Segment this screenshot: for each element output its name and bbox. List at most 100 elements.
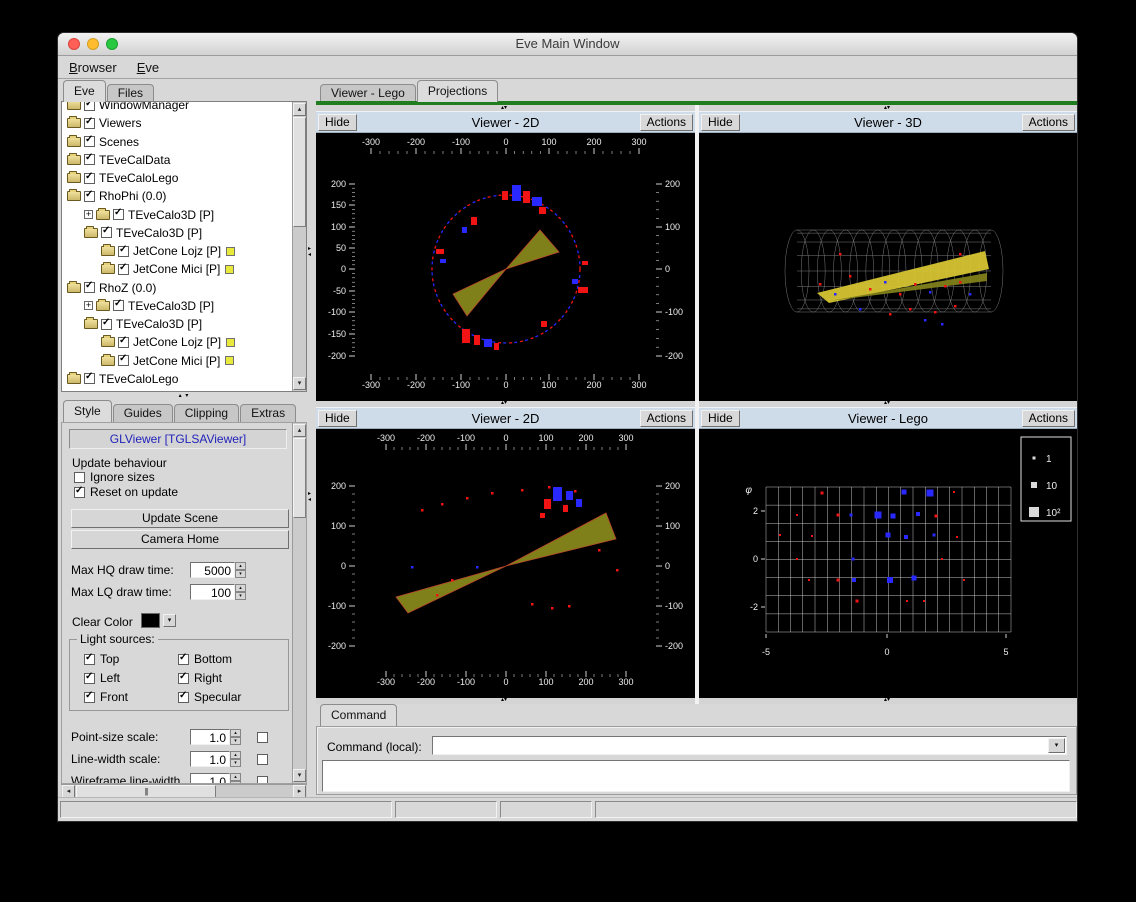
tree-item-tevecalo3d-p[interactable]: +✓TEveCalo3D [P] bbox=[84, 206, 214, 224]
spin-up-icon[interactable]: ▴ bbox=[230, 751, 241, 759]
left-tab-eve[interactable]: Eve bbox=[63, 80, 106, 102]
tree-item-jetcone-lojz-p[interactable]: ✓JetCone Lojz [P] bbox=[101, 333, 235, 351]
checkbox[interactable]: ✓ bbox=[178, 654, 189, 665]
checkbox-left[interactable]: ✓Left bbox=[84, 671, 120, 685]
tree-item-windowmanager[interactable]: ✓WindowManager bbox=[67, 102, 189, 114]
hide-button[interactable]: Hide bbox=[318, 410, 357, 427]
tree-checkbox[interactable]: ✓ bbox=[118, 246, 129, 257]
zoom-button[interactable] bbox=[106, 38, 118, 50]
scroll-down-button[interactable]: ▾ bbox=[293, 769, 306, 782]
tree-checkbox[interactable]: ✓ bbox=[84, 282, 95, 293]
checkbox[interactable]: ✓ bbox=[84, 673, 95, 684]
spin-up-icon[interactable]: ▴ bbox=[230, 729, 241, 737]
main-tab-projections[interactable]: Projections bbox=[417, 80, 498, 102]
tree-checkbox[interactable]: ✓ bbox=[101, 319, 112, 330]
actions-button[interactable]: Actions bbox=[1022, 410, 1075, 427]
tree-expander-icon[interactable]: + bbox=[84, 301, 93, 310]
checkbox-top[interactable]: ✓Top bbox=[84, 652, 119, 666]
viewer-canvas-lego[interactable]: φ20-2-50511010² bbox=[699, 429, 1077, 698]
option-checkbox[interactable] bbox=[257, 776, 268, 785]
tree-item-jetcone-lojz-p[interactable]: ✓JetCone Lojz [P] bbox=[101, 242, 235, 260]
hide-button[interactable]: Hide bbox=[318, 114, 357, 131]
tree-style-splitter[interactable]: ▴ ▾ bbox=[61, 392, 307, 400]
tree-item-tevecalo3d-p[interactable]: ✓TEveCalo3D [P] bbox=[84, 224, 202, 242]
clear-color-dropdown-icon[interactable]: ▾ bbox=[163, 614, 176, 627]
actions-button[interactable]: Actions bbox=[1022, 114, 1075, 131]
hide-button[interactable]: Hide bbox=[701, 114, 740, 131]
checkbox[interactable]: ✓ bbox=[74, 487, 85, 498]
main-tab-viewer-lego[interactable]: Viewer - Lego bbox=[320, 84, 416, 102]
option-checkbox[interactable] bbox=[257, 732, 268, 743]
menu-browser[interactable]: Browser bbox=[67, 59, 119, 76]
spin-down-icon[interactable]: ▾ bbox=[230, 737, 241, 745]
checkbox[interactable]: ✓ bbox=[84, 654, 95, 665]
splitter-handle[interactable]: ◂ bbox=[308, 253, 311, 258]
tree-item-tevecalo3d-p[interactable]: +✓TEveCalo3D [P] bbox=[84, 297, 214, 315]
tree-checkbox[interactable]: ✓ bbox=[113, 209, 124, 220]
spin-up-icon[interactable]: ▴ bbox=[235, 562, 246, 570]
style-tab-style[interactable]: Style bbox=[63, 400, 112, 422]
spin-up-icon[interactable]: ▴ bbox=[230, 773, 241, 781]
spin-down-icon[interactable]: ▾ bbox=[230, 759, 241, 767]
update-scene-button[interactable]: Update Scene bbox=[71, 509, 289, 528]
scroll-down-button[interactable]: ▾ bbox=[293, 377, 306, 390]
close-button[interactable] bbox=[68, 38, 80, 50]
spin-down-icon[interactable]: ▾ bbox=[235, 592, 246, 600]
tree-checkbox[interactable]: ✓ bbox=[84, 154, 95, 165]
splitter-handle[interactable]: ◂ bbox=[308, 498, 311, 503]
tree-item-tevecalo3d-p[interactable]: ✓TEveCalo3D [P] bbox=[84, 315, 202, 333]
tree-checkbox[interactable]: ✓ bbox=[118, 355, 129, 366]
number-entry[interactable]: 5000 bbox=[190, 562, 235, 578]
actions-button[interactable]: Actions bbox=[640, 410, 693, 427]
tree-checkbox[interactable]: ✓ bbox=[113, 300, 124, 311]
checkbox-right[interactable]: ✓Right bbox=[178, 671, 222, 685]
dropdown-arrow-icon[interactable]: ▾ bbox=[1048, 738, 1065, 753]
style-scrollbar[interactable]: ▴▾ bbox=[292, 423, 306, 783]
tree-item-tevecaldata[interactable]: ✓TEveCalData bbox=[67, 151, 170, 169]
command-output-box[interactable] bbox=[322, 760, 1070, 792]
tree-checkbox[interactable]: ✓ bbox=[84, 118, 95, 129]
tree-item-scenes[interactable]: ✓Scenes bbox=[67, 133, 139, 151]
style-tab-guides[interactable]: Guides bbox=[113, 404, 173, 422]
tree-item-viewers[interactable]: ✓Viewers bbox=[67, 114, 141, 132]
clear-color-swatch[interactable] bbox=[141, 613, 160, 628]
camera-home-button[interactable]: Camera Home bbox=[71, 530, 289, 549]
viewer-canvas-rhophi[interactable]: -300-300-200-200-100-1000010010020020030… bbox=[316, 133, 695, 401]
number-entry[interactable]: 1.0 bbox=[190, 729, 230, 745]
actions-button[interactable]: Actions bbox=[640, 114, 693, 131]
tree-scrollbar[interactable]: ▴▾ bbox=[292, 102, 306, 391]
tree-item-rhophi-0-0[interactable]: ✓RhoPhi (0.0) bbox=[67, 187, 166, 205]
left-panel-hscrollbar[interactable]: ◂▸||| bbox=[61, 784, 307, 798]
checkbox-reset-on-update[interactable]: ✓Reset on update bbox=[74, 485, 178, 499]
tree-checkbox[interactable]: ✓ bbox=[118, 337, 129, 348]
tree-checkbox[interactable]: ✓ bbox=[84, 191, 95, 202]
tree-item-rhoz-0-0[interactable]: ✓RhoZ (0.0) bbox=[67, 279, 156, 297]
titlebar[interactable]: Eve Main Window bbox=[58, 33, 1077, 56]
command-tab-command[interactable]: Command bbox=[320, 704, 397, 726]
spin-up-icon[interactable]: ▴ bbox=[235, 584, 246, 592]
number-entry[interactable]: 100 bbox=[190, 584, 235, 600]
tree-item-jetcone-mici-p[interactable]: ✓JetCone Mici [P] bbox=[101, 260, 234, 278]
checkbox[interactable]: ✓ bbox=[84, 692, 95, 703]
tree-checkbox[interactable]: ✓ bbox=[118, 264, 129, 275]
number-entry[interactable]: 1.0 bbox=[190, 773, 230, 784]
number-entry[interactable]: 1.0 bbox=[190, 751, 230, 767]
scrollbar-thumb[interactable] bbox=[293, 117, 306, 227]
menu-eve[interactable]: Eve bbox=[135, 59, 161, 76]
checkbox[interactable] bbox=[74, 472, 85, 483]
tree-checkbox[interactable]: ✓ bbox=[84, 373, 95, 384]
checkbox-front[interactable]: ✓Front bbox=[84, 690, 128, 704]
viewer-canvas-cyl3d[interactable] bbox=[699, 133, 1077, 401]
tree-checkbox[interactable]: ✓ bbox=[84, 136, 95, 147]
scroll-up-button[interactable]: ▴ bbox=[293, 103, 306, 116]
minimize-button[interactable] bbox=[87, 38, 99, 50]
command-combobox[interactable]: ▾ bbox=[432, 736, 1067, 755]
spin-down-icon[interactable]: ▾ bbox=[235, 570, 246, 578]
scrollbar-thumb[interactable] bbox=[293, 438, 306, 518]
scroll-up-button[interactable]: ▴ bbox=[293, 424, 306, 437]
checkbox-bottom[interactable]: ✓Bottom bbox=[178, 652, 232, 666]
tree-expander-icon[interactable]: + bbox=[84, 210, 93, 219]
checkbox[interactable]: ✓ bbox=[178, 673, 189, 684]
tree-item-jetcone-mici-p[interactable]: ✓JetCone Mici [P] bbox=[101, 352, 234, 370]
glviewer-link[interactable]: GLViewer [TGLSAViewer] bbox=[110, 432, 247, 446]
